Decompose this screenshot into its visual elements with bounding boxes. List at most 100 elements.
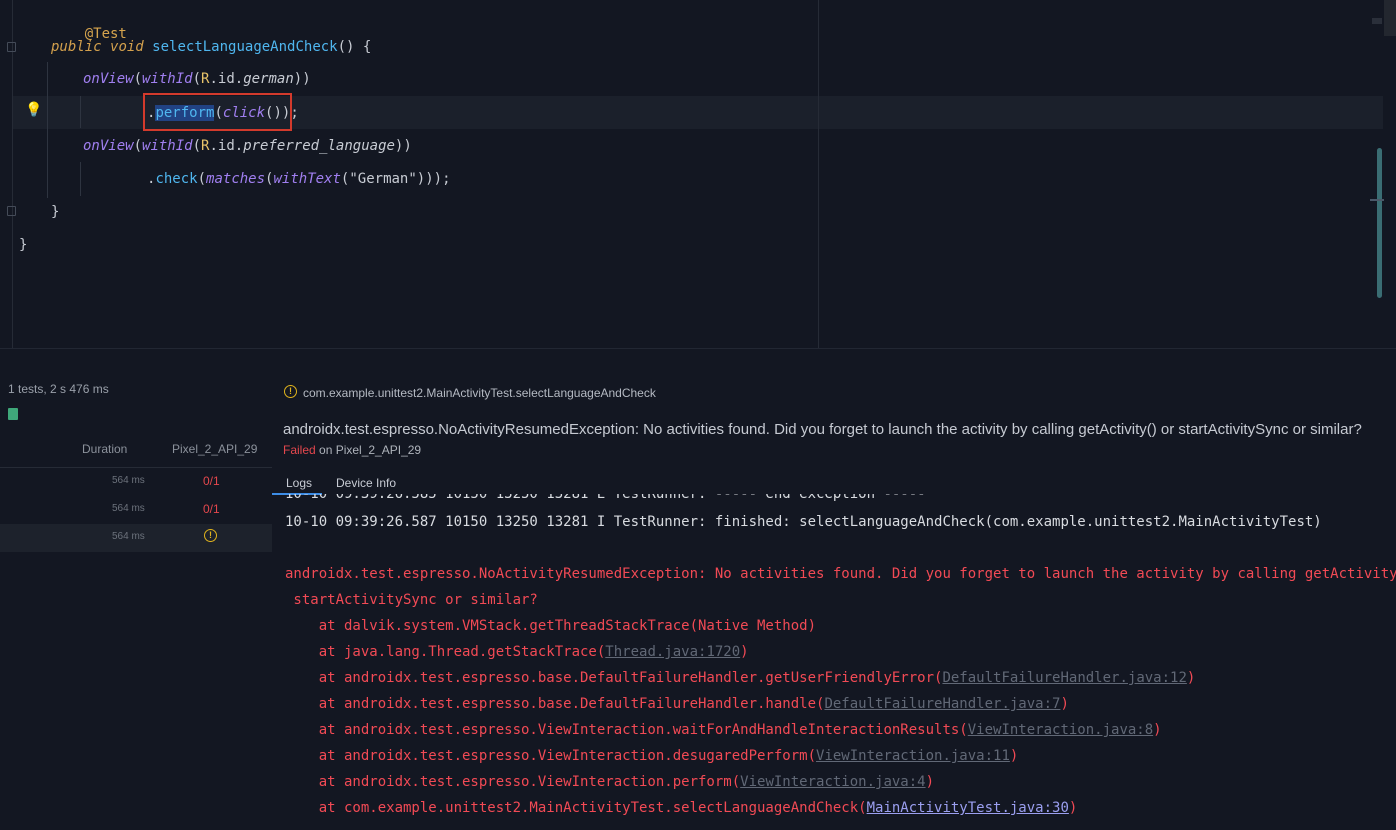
code-line-3[interactable]: onView(withId(R.id.german)) xyxy=(83,69,311,89)
source-link[interactable]: DefaultFailureHandler.java:12 xyxy=(942,670,1186,686)
source-link[interactable]: ViewInteraction.java:8 xyxy=(968,722,1153,738)
code-line-2[interactable]: public void selectLanguageAndCheck() { xyxy=(51,37,371,57)
dot-token: . xyxy=(234,138,244,154)
duration-column-header[interactable]: Duration xyxy=(82,442,127,456)
test-results-tree[interactable]: 1 tests, 2 s 476 ms Duration Pixel_2_API… xyxy=(0,376,272,830)
scroll-marker xyxy=(1370,199,1384,201)
table-row-selected[interactable]: 564 ms ! xyxy=(0,524,272,552)
log-error-line: startActivitySync or similar? xyxy=(285,592,538,608)
tab-logs[interactable]: Logs xyxy=(286,476,312,490)
code-line-7[interactable]: } xyxy=(51,202,59,222)
result-cell: 0/1 xyxy=(203,474,220,488)
dot-token: . xyxy=(234,71,244,87)
editor-scrollbar[interactable] xyxy=(1377,148,1382,298)
id-token: id xyxy=(217,71,235,87)
result-cell: 0/1 xyxy=(203,502,220,516)
table-row[interactable]: 564 ms 0/1 xyxy=(0,496,272,524)
field-token: german xyxy=(243,71,294,87)
table-row[interactable]: 564 ms 0/1 xyxy=(0,468,272,496)
code-editor[interactable]: 💡 @Test public void selectLanguageAndChe… xyxy=(0,0,1396,348)
warning-icon: ! xyxy=(284,385,297,398)
duration-cell: 564 ms xyxy=(112,531,145,542)
stack-frame: at java.lang.Thread.getStackTrace(Thread… xyxy=(285,643,749,661)
right-margin-guide xyxy=(818,0,819,348)
indent-guide xyxy=(47,62,48,198)
method-name-token: selectLanguageAndCheck xyxy=(152,39,338,55)
source-link[interactable]: DefaultFailureHandler.java:7 xyxy=(824,696,1060,712)
stack-text: ) xyxy=(1186,670,1196,686)
brace-token: } xyxy=(51,204,60,220)
fold-toggle-icon[interactable] xyxy=(7,42,16,52)
brace-token: } xyxy=(19,237,28,253)
stack-text: at androidx.test.espresso.ViewInteractio… xyxy=(285,722,968,738)
paren-token: ( xyxy=(192,71,202,87)
keyword-token: public xyxy=(51,39,102,55)
inspection-marker xyxy=(1372,18,1382,24)
dot-token: . xyxy=(209,71,218,87)
failed-label: Failed xyxy=(283,443,316,457)
test-details-panel: ! com.example.unittest2.MainActivityTest… xyxy=(272,376,1396,830)
duration-cell: 564 ms xyxy=(112,475,145,486)
stack-text: at androidx.test.espresso.ViewInteractio… xyxy=(285,748,817,764)
paren-token: ( xyxy=(133,71,143,87)
dot-token: . xyxy=(209,138,218,154)
stack-frame: at androidx.test.espresso.ViewInteractio… xyxy=(285,747,1019,765)
gutter-separator xyxy=(12,0,13,348)
export-file-icon[interactable] xyxy=(8,408,18,420)
keyword-token: void xyxy=(110,39,144,55)
log-line: 10-10 09:39:26.587 10150 13250 13281 I T… xyxy=(285,514,1322,530)
stack-frame: at com.example.unittest2.MainActivityTes… xyxy=(285,799,1078,817)
log-line: 10-10 09:39:26.585 10150 13250 13281 E T… xyxy=(285,494,926,503)
fold-toggle-icon[interactable] xyxy=(7,206,16,216)
stack-text: ) xyxy=(1060,696,1069,712)
code-line-8[interactable]: } xyxy=(19,235,27,255)
string-token: "German" xyxy=(349,171,417,187)
tab-device-info[interactable]: Device Info xyxy=(336,476,396,490)
source-link[interactable]: ViewInteraction.java:4 xyxy=(740,774,925,790)
call-token: onView xyxy=(83,138,134,154)
stack-text: at java.lang.Thread.getStackTrace( xyxy=(285,644,606,660)
panel-divider[interactable] xyxy=(0,348,1396,376)
device-column-header[interactable]: Pixel_2_API_29 xyxy=(172,442,257,456)
highlight-box xyxy=(143,93,292,131)
method-token: check xyxy=(155,171,198,187)
call-token: withId xyxy=(142,71,193,87)
lightbulb-icon[interactable]: 💡 xyxy=(25,101,42,118)
source-link[interactable]: Thread.java:1720 xyxy=(605,644,740,660)
stack-text: at dalvik.system.VMStack.getThreadStackT… xyxy=(285,618,817,634)
test-summary: 1 tests, 2 s 476 ms xyxy=(8,382,109,396)
indent-guide xyxy=(80,96,81,128)
call-token: onView xyxy=(83,71,134,87)
duration-cell: 564 ms xyxy=(112,503,145,514)
stack-text: ) xyxy=(925,774,935,790)
log-text: 10-10 09:39:26.585 10150 13250 13281 E T… xyxy=(285,494,926,502)
paren-token: () { xyxy=(337,39,372,55)
paren-token: )) xyxy=(394,138,412,154)
stack-frame: at androidx.test.espresso.base.DefaultFa… xyxy=(285,669,1196,687)
id-token: id xyxy=(217,138,235,154)
failed-device: on Pixel_2_API_29 xyxy=(315,443,422,457)
stack-text: at com.example.unittest2.MainActivityTes… xyxy=(285,800,867,816)
paren-token: ( xyxy=(133,138,143,154)
indent-guide xyxy=(80,162,81,196)
call-token: withId xyxy=(142,138,193,154)
warning-icon: ! xyxy=(204,529,217,542)
stack-text: at androidx.test.espresso.ViewInteractio… xyxy=(285,774,741,790)
source-link[interactable]: MainActivityTest.java:30 xyxy=(867,800,1069,816)
code-line-5[interactable]: onView(withId(R.id.preferred_language)) xyxy=(83,136,412,156)
call-token: withText xyxy=(273,171,341,187)
paren-token: ( xyxy=(192,138,202,154)
code-line-6[interactable]: .check(matches(withText("German"))); xyxy=(147,169,451,189)
stack-text: at androidx.test.espresso.base.DefaultFa… xyxy=(285,670,943,686)
stack-text: ) xyxy=(740,644,749,660)
failed-status: Failed on Pixel_2_API_29 xyxy=(283,443,421,457)
stack-text: ) xyxy=(1153,722,1162,738)
field-token: preferred_language xyxy=(243,138,395,154)
paren-token: ( xyxy=(197,171,207,187)
stack-text: ) xyxy=(1068,800,1078,816)
stack-frame: at androidx.test.espresso.ViewInteractio… xyxy=(285,721,1162,739)
test-name: com.example.unittest2.MainActivityTest.s… xyxy=(303,386,656,400)
stack-text: ) xyxy=(1009,748,1019,764)
details-tabs: Logs Device Info xyxy=(272,472,1396,496)
source-link[interactable]: ViewInteraction.java:11 xyxy=(816,748,1010,764)
